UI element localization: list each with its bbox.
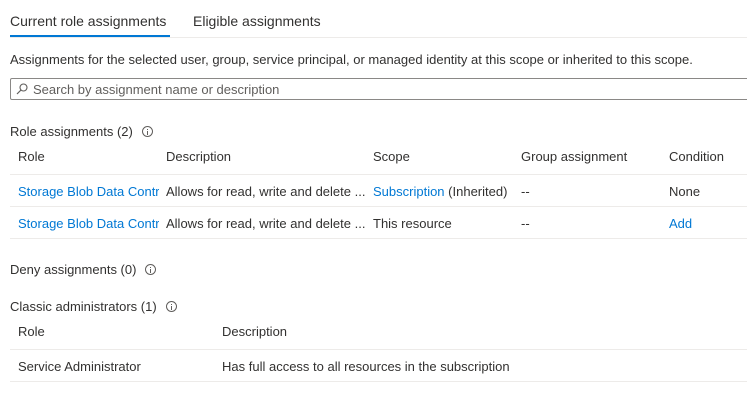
- role-assignments-title: Role assignments (2): [10, 124, 133, 139]
- classic-administrators-heading: Classic administrators (1): [10, 299, 177, 314]
- classic-administrators-title: Classic administrators (1): [10, 299, 157, 314]
- row-divider: [10, 381, 747, 382]
- table-divider: [10, 349, 747, 350]
- add-condition-link[interactable]: Add: [669, 216, 692, 231]
- tab-current-role-assignments[interactable]: Current role assignments: [10, 13, 166, 29]
- group-assignment-value: --: [521, 216, 530, 231]
- tab-eligible-assignments[interactable]: Eligible assignments: [193, 13, 321, 29]
- table-divider: [10, 174, 747, 175]
- tabs-divider: [10, 37, 747, 38]
- column-header-description[interactable]: Description: [166, 149, 231, 164]
- condition-value: None: [669, 184, 701, 199]
- column-header-scope[interactable]: Scope: [373, 149, 410, 164]
- role-description: Allows for read, write and delete ...: [166, 184, 366, 199]
- scope-suffix: (Inherited): [448, 184, 508, 199]
- group-assignment-value: --: [521, 184, 530, 199]
- info-icon[interactable]: [141, 126, 153, 137]
- column-header-group-assignment[interactable]: Group assignment: [521, 149, 627, 164]
- role-link[interactable]: Storage Blob Data Contr: [18, 216, 159, 231]
- info-icon[interactable]: [165, 301, 177, 312]
- scope-link[interactable]: Subscription: [373, 184, 445, 199]
- deny-assignments-heading: Deny assignments (0): [10, 262, 157, 277]
- role-description: Allows for read, write and delete ...: [166, 216, 366, 231]
- column-header-role[interactable]: Role: [18, 324, 45, 339]
- search-icon: [16, 83, 28, 95]
- row-divider: [10, 206, 747, 207]
- column-header-condition[interactable]: Condition: [669, 149, 724, 164]
- info-icon[interactable]: [145, 264, 157, 275]
- role-assignments-heading: Role assignments (2): [10, 124, 153, 139]
- column-header-role[interactable]: Role: [18, 149, 45, 164]
- role-link[interactable]: Storage Blob Data Contr: [18, 184, 159, 199]
- intro-text: Assignments for the selected user, group…: [10, 52, 693, 67]
- search-input[interactable]: [33, 80, 733, 98]
- row-divider: [10, 238, 747, 239]
- scope-value: This resource: [373, 216, 452, 231]
- search-box[interactable]: [10, 78, 747, 100]
- column-header-description[interactable]: Description: [222, 324, 287, 339]
- classic-admin-description: Has full access to all resources in the …: [222, 359, 510, 374]
- classic-admin-role: Service Administrator: [18, 359, 141, 374]
- deny-assignments-title: Deny assignments (0): [10, 262, 137, 277]
- scope-cell: Subscription (Inherited): [373, 184, 507, 199]
